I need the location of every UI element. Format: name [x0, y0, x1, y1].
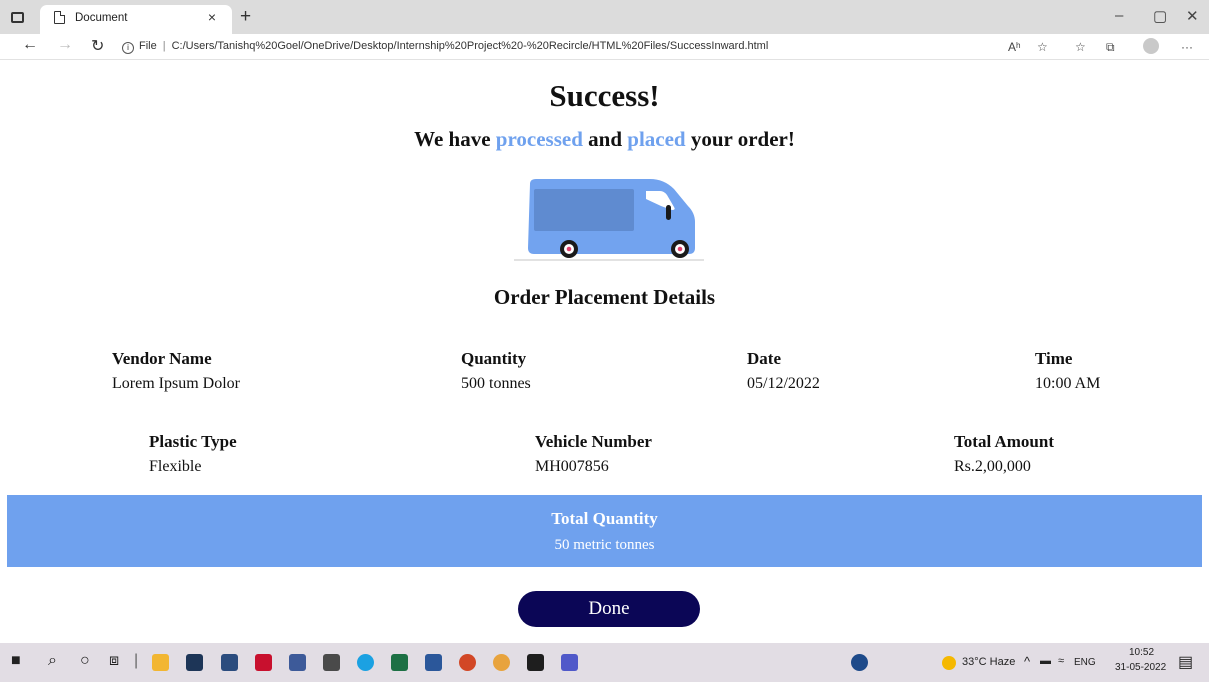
- document-icon: [54, 11, 65, 24]
- quantity-label: Quantity: [461, 349, 527, 368]
- total-amount-label: Total Amount: [954, 432, 1054, 451]
- weather-text[interactable]: 33°C Haze: [962, 656, 1015, 668]
- clock-time[interactable]: 10:52: [1129, 647, 1154, 658]
- battery-icon[interactable]: ▬: [1040, 655, 1051, 667]
- url-text: C:/Users/Tanishq%20Goel/OneDrive/Desktop…: [171, 40, 769, 52]
- weather-icon[interactable]: [942, 656, 956, 670]
- url-separator: |: [162, 40, 166, 52]
- favorite-add-icon[interactable]: ☆: [1037, 40, 1048, 54]
- order-details-heading: Order Placement Details: [493, 285, 716, 309]
- subtitle-post: your order!: [685, 127, 795, 151]
- date-value: 05/12/2022: [747, 375, 820, 392]
- subtitle-pre: We have: [414, 127, 496, 151]
- total-quantity-band: Total Quantity 50 metric tonnes: [7, 495, 1202, 567]
- calculator-icon[interactable]: [221, 654, 238, 671]
- subtitle-processed: processed: [495, 127, 583, 151]
- minimize-button[interactable]: –: [1115, 7, 1123, 24]
- url-prefix: File: [139, 40, 157, 52]
- browser-tab-bar: Document × + – ▢ ✕: [0, 0, 1209, 34]
- app-icon-2[interactable]: [323, 654, 340, 671]
- cortana-icon[interactable]: ○: [80, 652, 90, 670]
- wifi-icon[interactable]: ≈: [1058, 655, 1064, 667]
- total-amount-field: Total Amount Rs.2,00,000: [954, 432, 1054, 476]
- date-label: Date: [747, 349, 781, 368]
- mcafee-icon[interactable]: [255, 654, 272, 671]
- task-view-icon[interactable]: ⧈: [109, 652, 119, 670]
- excel-icon[interactable]: [391, 654, 408, 671]
- vendor-name-label: Vendor Name: [112, 349, 212, 368]
- teams-icon[interactable]: [561, 654, 578, 671]
- total-quantity-label: Total Quantity: [551, 509, 658, 528]
- time-field: Time 10:00 AM: [1035, 349, 1100, 393]
- search-icon[interactable]: ⌕: [48, 652, 57, 670]
- tray-chevron-icon[interactable]: ^: [1024, 654, 1030, 669]
- url-field[interactable]: i File | C:/Users/Tanishq%20Goel/OneDrive/D…: [122, 36, 1002, 57]
- vehicle-number-label: Vehicle Number: [535, 432, 652, 451]
- help-icon[interactable]: [851, 654, 868, 671]
- quantity-value: 500 tonnes: [461, 375, 531, 392]
- read-aloud-icon[interactable]: Aʰ: [1008, 40, 1021, 54]
- time-value: 10:00 AM: [1035, 375, 1101, 392]
- language-indicator[interactable]: ENG: [1074, 657, 1096, 668]
- success-subtitle: We have processed and placed your order!: [0, 127, 1209, 152]
- done-button[interactable]: Done: [518, 591, 700, 627]
- plastic-type-field: Plastic Type Flexible: [149, 432, 237, 476]
- close-window-button[interactable]: ✕: [1186, 7, 1199, 25]
- collections-icon[interactable]: ⧉: [1106, 40, 1115, 55]
- new-tab-button[interactable]: +: [240, 6, 251, 28]
- back-button[interactable]: ←: [22, 36, 38, 54]
- plastic-type-label: Plastic Type: [149, 432, 237, 451]
- notification-icon[interactable]: ▤: [1178, 652, 1193, 672]
- delivery-van-icon: [514, 179, 704, 261]
- favorites-icon[interactable]: ☆: [1075, 40, 1086, 54]
- taskbar-divider: |: [134, 652, 139, 669]
- more-menu-icon[interactable]: ···: [1181, 40, 1193, 54]
- word-icon[interactable]: [425, 654, 442, 671]
- date-field: Date 05/12/2022: [747, 349, 820, 393]
- total-amount-value: Rs.2,00,000: [954, 458, 1031, 475]
- forward-button[interactable]: →: [57, 36, 73, 54]
- page-title: Success!: [549, 78, 660, 113]
- browser-tab[interactable]: Document ×: [40, 5, 232, 34]
- vehicle-number-value: MH007856: [535, 458, 609, 475]
- clock-date[interactable]: 31-05-2022: [1115, 662, 1166, 673]
- app-icon-1[interactable]: [186, 654, 203, 671]
- vendor-name-field: Vendor Name Lorem Ipsum Dolor: [112, 349, 240, 393]
- mail-icon[interactable]: [289, 654, 306, 671]
- quantity-field: Quantity 500 tonnes: [461, 349, 531, 393]
- start-icon[interactable]: ■: [11, 652, 21, 670]
- profile-avatar[interactable]: [1143, 38, 1159, 54]
- tab-title: Document: [75, 12, 128, 24]
- subtitle-placed: placed: [627, 127, 686, 151]
- file-explorer-icon[interactable]: [152, 654, 169, 671]
- subtitle-mid: and: [582, 127, 628, 151]
- tab-actions-icon[interactable]: [8, 9, 26, 25]
- windows-taskbar: ■ ⌕ ○ ⧈ | 33°C Haze ^ ▬ ≈ ENG 10:52 31-0…: [0, 643, 1209, 682]
- chrome-icon[interactable]: [493, 654, 510, 671]
- vendor-name-value: Lorem Ipsum Dolor: [112, 375, 240, 392]
- plastic-type-value: Flexible: [149, 458, 202, 475]
- edge-icon[interactable]: [357, 654, 374, 671]
- time-label: Time: [1035, 349, 1073, 368]
- powerpoint-icon[interactable]: [459, 654, 476, 671]
- terminal-icon[interactable]: [527, 654, 544, 671]
- address-bar: ← → ↻ i File | C:/Users/Tanishq%20Goel/OneD…: [0, 34, 1209, 60]
- restore-button[interactable]: ▢: [1153, 7, 1167, 25]
- refresh-button[interactable]: ↻: [91, 36, 104, 56]
- vehicle-number-field: Vehicle Number MH007856: [535, 432, 652, 476]
- tab-close-icon[interactable]: ×: [208, 9, 216, 25]
- info-icon[interactable]: i: [122, 42, 134, 54]
- total-quantity-value: 50 metric tonnes: [554, 537, 655, 553]
